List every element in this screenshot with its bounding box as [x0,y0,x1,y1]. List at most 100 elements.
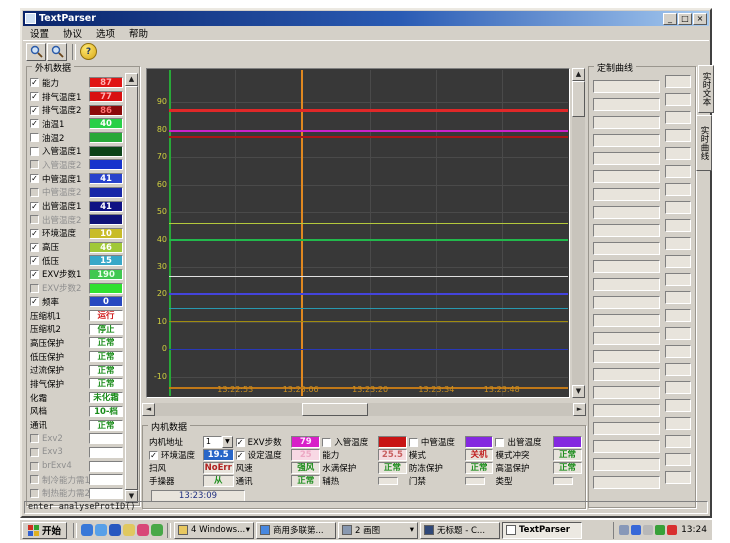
scroll-right-icon[interactable]: ► [573,403,586,416]
status-icon[interactable] [631,525,641,535]
curve-name-field[interactable] [593,170,660,183]
checkbox[interactable]: ✓ [236,438,245,447]
chevron-down-icon[interactable]: ▾ [410,525,414,535]
help-button[interactable]: ? [80,43,97,60]
taskbar-button[interactable]: 商用多联第... [256,522,336,539]
taskbar-button[interactable]: 4 Windows...▾ [174,522,254,539]
checkbox[interactable]: ✓ [30,202,39,211]
curve-value-field[interactable] [665,129,691,142]
checkbox[interactable]: ✓ [30,92,39,101]
curve-value-field[interactable] [665,183,691,196]
checkbox[interactable]: ✓ [30,243,39,252]
checkbox[interactable]: ✓ [30,270,39,279]
checkbox[interactable]: ✓ [30,119,39,128]
curve-name-field[interactable] [593,476,660,489]
scrollbar-thumb[interactable] [572,81,585,117]
checkbox[interactable]: ✓ [30,174,39,183]
curve-name-field[interactable] [593,440,660,453]
time-cursor-line[interactable] [301,70,303,396]
curve-name-field[interactable] [593,80,660,93]
curve-value-field[interactable] [665,237,691,250]
zoom-out-button[interactable] [47,43,67,61]
tab-realtime-text[interactable]: 实时文本 [698,65,714,113]
agent-icon[interactable] [643,525,653,535]
checkbox[interactable] [30,188,39,197]
checkbox[interactable] [30,462,39,471]
scrollbar-thumb[interactable] [125,86,138,490]
checkbox[interactable] [30,489,39,498]
curve-name-field[interactable] [593,368,660,381]
curve-name-field[interactable] [593,98,660,111]
curve-value-field[interactable] [665,327,691,340]
curve-value-field[interactable] [665,309,691,322]
restore-button[interactable]: □ [678,13,692,25]
checkbox[interactable] [322,438,331,447]
scrollbar-thumb[interactable] [302,403,368,416]
curve-name-field[interactable] [593,134,660,147]
curve-value-field[interactable] [665,255,691,268]
curve-value-field[interactable] [665,93,691,106]
menu-item[interactable]: 设置 [23,26,56,40]
curve-name-field[interactable] [593,458,660,471]
curve-name-field[interactable] [593,350,660,363]
menu-item[interactable]: 帮助 [122,26,155,40]
notes-icon[interactable] [123,524,135,536]
curve-value-field[interactable] [665,147,691,160]
curve-name-field[interactable] [593,422,660,435]
checkbox[interactable] [30,475,39,484]
curve-value-field[interactable] [665,273,691,286]
checkbox[interactable]: ✓ [149,451,158,460]
curve-value-field[interactable] [665,417,691,430]
curve-value-field[interactable] [665,471,691,484]
curve-name-field[interactable] [593,116,660,129]
curve-name-field[interactable] [593,386,660,399]
checkbox[interactable] [30,147,39,156]
tab-realtime-curve[interactable]: 实时曲线 [696,115,712,171]
chart-icon[interactable] [655,525,665,535]
curve-value-field[interactable] [665,345,691,358]
curve-value-field[interactable] [665,435,691,448]
menu-item[interactable]: 协议 [56,26,89,40]
curve-value-field[interactable] [665,453,691,466]
chevron-down-icon[interactable]: ▼ [222,436,233,448]
menu-item[interactable]: 选项 [89,26,122,40]
taskbar-button[interactable]: TextParser [502,522,582,539]
shield-icon[interactable] [151,524,163,536]
scroll-up-icon[interactable]: ▲ [125,73,138,86]
curve-name-field[interactable] [593,152,660,165]
curve-value-field[interactable] [665,111,691,124]
chart-hscrollbar[interactable]: ◄ ► [142,403,586,416]
taskbar-button[interactable]: 无标题 - C... [420,522,500,539]
checkbox[interactable] [30,160,39,169]
checkbox[interactable] [495,438,504,447]
checkbox[interactable] [30,133,39,142]
curve-value-field[interactable] [665,75,691,88]
close-button[interactable]: × [693,13,707,25]
checkbox[interactable]: ✓ [30,229,39,238]
indoor-address-dropdown[interactable]: 1▼ [203,436,233,448]
chevron-down-icon[interactable]: ▾ [246,525,250,535]
browser-icon[interactable] [81,524,93,536]
curve-name-field[interactable] [593,278,660,291]
mail-icon[interactable] [109,524,121,536]
curve-name-field[interactable] [593,206,660,219]
curve-value-field[interactable] [665,399,691,412]
scroll-left-icon[interactable]: ◄ [142,403,155,416]
taskbar-button[interactable]: 2 画图▾ [338,522,418,539]
curve-value-field[interactable] [665,165,691,178]
start-button[interactable]: 开始 [22,522,67,539]
checkbox[interactable]: ✓ [30,256,39,265]
checkbox[interactable] [30,284,39,293]
ime-icon[interactable] [619,525,629,535]
globe-icon[interactable] [95,524,107,536]
checkbox[interactable]: ✓ [30,106,39,115]
curve-name-field[interactable] [593,296,660,309]
checkbox[interactable]: ✓ [236,451,245,460]
outdoor-scrollbar[interactable]: ▲ ▼ [125,73,138,503]
scroll-up-icon[interactable]: ▲ [572,68,585,81]
curve-value-field[interactable] [665,363,691,376]
photo-icon[interactable] [137,524,149,536]
checkbox[interactable]: ✓ [30,297,39,306]
curve-name-field[interactable] [593,224,660,237]
trend-chart[interactable]: 13:22:5313:23:0613:23:2013:23:3413:23:48… [146,68,570,398]
